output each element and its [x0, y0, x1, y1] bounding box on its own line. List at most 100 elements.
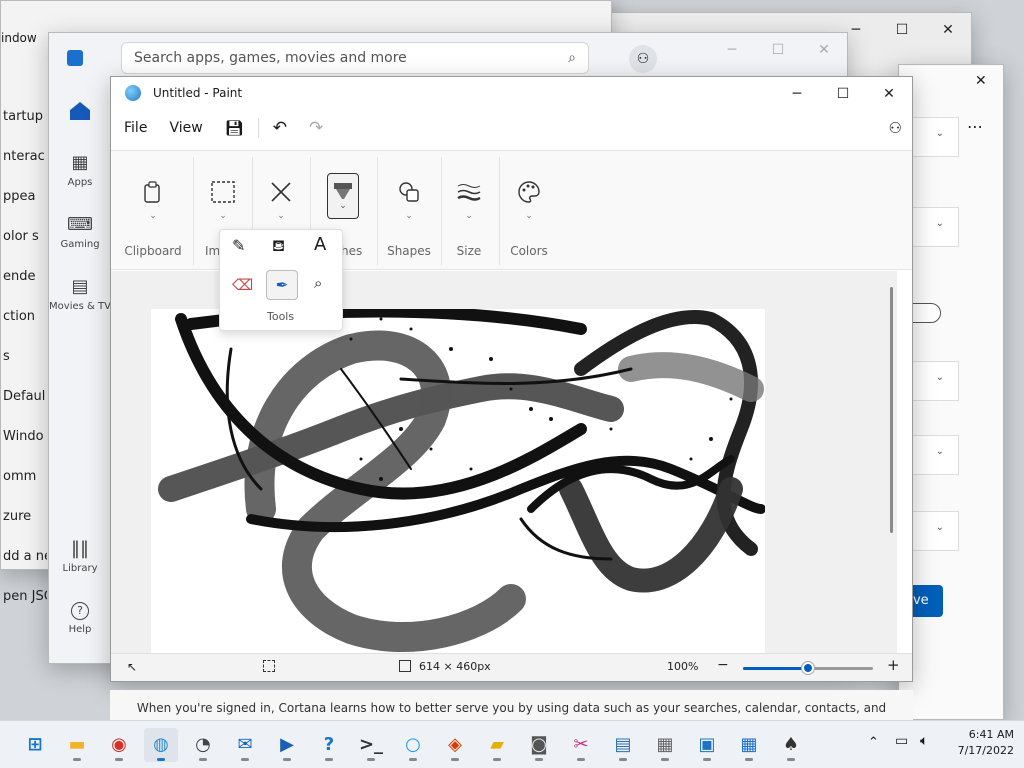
redo-icon[interactable]: ↷ — [309, 118, 323, 138]
nav-movies[interactable]: ▤ Movies & TV — [49, 263, 111, 325]
clock[interactable]: 6:41 AM 7/17/2022 — [946, 727, 1014, 759]
zoom-slider[interactable] — [743, 662, 873, 674]
flyout-label: Tools — [267, 310, 295, 323]
notepad-icon[interactable]: ▤ — [606, 728, 640, 762]
office-icon[interactable]: ◈ — [438, 728, 472, 762]
minimize-icon[interactable]: ─ — [774, 77, 820, 111]
remote-desktop-icon[interactable]: ▣ — [690, 728, 724, 762]
get-help-icon[interactable]: ? — [312, 728, 346, 762]
pointer-icon: ↖ — [127, 660, 138, 674]
close-icon[interactable]: ✕ — [866, 77, 912, 111]
nav-home[interactable] — [49, 83, 111, 139]
maximize-icon[interactable]: ☐ — [879, 13, 925, 47]
close-icon[interactable]: ✕ — [925, 13, 971, 47]
running-indicator — [115, 757, 123, 761]
ribbon-divider — [499, 157, 500, 265]
settings-sidebar-item[interactable]: Defaul — [1, 377, 47, 417]
brushes-button[interactable]: ⌄ — [327, 173, 359, 219]
undo-icon[interactable]: ↶ — [273, 118, 287, 138]
snipping-tool-icon[interactable]: ✂ — [564, 728, 598, 762]
settings-sidebar-item[interactable]: tartup — [1, 97, 47, 137]
settings-sidebar-item[interactable]: dd a ne — [1, 537, 47, 577]
camera-icon[interactable]: ◙ — [522, 728, 556, 762]
running-indicator — [703, 757, 711, 761]
gamepad-icon: ⌨ — [67, 214, 93, 235]
start-icon[interactable]: ⊞ — [18, 728, 52, 762]
color-picker-icon[interactable]: ✒ — [266, 270, 298, 300]
paint-icon[interactable]: ◍ — [144, 727, 178, 762]
clock-icon[interactable]: ◔ — [186, 728, 220, 762]
store-icon[interactable]: ▦ — [732, 728, 766, 762]
library-icon: ‖‖ — [71, 538, 89, 559]
settings-sidebar-item[interactable]: nterac — [1, 137, 47, 177]
chrome-icon[interactable]: ◉ — [102, 728, 136, 762]
settings-sidebar-item[interactable]: zure — [1, 497, 47, 537]
taskbar: ⊞ ▬ ◉ ◍ ◔ ✉ ▶? >_ ○ ◈ ▰ ◙ ✂ ▤ ▦ ▣ ▦ ♠ ⌃ ▭ 🔈︎ 6:41 AM 7/17… — [0, 720, 1024, 768]
zoom-in-icon[interactable]: + — [887, 656, 900, 674]
nav-label: Library — [62, 563, 98, 574]
cortana-icon[interactable]: ○ — [396, 728, 430, 762]
cortana-notice: When you're signed in, Cortana learns ho… — [110, 690, 913, 751]
network-icon[interactable]: ▭ — [895, 733, 908, 749]
minimize-icon[interactable]: ─ — [709, 33, 755, 67]
apps-icon: ▦ — [71, 152, 89, 173]
maximize-icon[interactable]: ☐ — [755, 33, 801, 67]
dialog-caption-buttons: ─ ☐ ✕ — [833, 13, 971, 47]
magnifier-icon[interactable]: ⌕ — [314, 274, 322, 292]
sticky-notes-icon[interactable]: ▰ — [480, 728, 514, 762]
fill-bucket-icon[interactable]: ⛾ — [272, 236, 285, 257]
nav-apps[interactable]: ▦ Apps — [49, 139, 111, 201]
nav-gaming[interactable]: ⌨ Gaming — [49, 201, 111, 263]
zoom-out-icon[interactable]: − — [717, 657, 729, 673]
settings-sidebar-item[interactable]: ende — [1, 257, 47, 297]
menu-view[interactable]: View — [169, 120, 202, 136]
menu-file[interactable]: File — [124, 120, 147, 136]
account-avatar-icon[interactable]: ⚇ — [629, 45, 657, 73]
paint-app-icon — [125, 85, 141, 101]
text-icon[interactable]: A — [314, 234, 326, 255]
pencil-icon[interactable]: ✎ — [232, 236, 245, 255]
clipboard-icon — [144, 181, 160, 203]
file-explorer-icon[interactable]: ▬ — [60, 728, 94, 762]
settings-sidebar-item[interactable]: omm — [1, 457, 47, 497]
settings-sidebar-item[interactable]: ction — [1, 297, 47, 337]
running-indicator — [787, 757, 795, 761]
close-icon[interactable]: ✕ — [801, 33, 847, 67]
nav-help[interactable]: ? Help — [49, 587, 111, 649]
settings-sidebar-item[interactable]: ppea — [1, 177, 47, 217]
close-icon[interactable]: ✕ — [975, 73, 987, 89]
movies-icon[interactable]: ▶ — [270, 728, 304, 762]
vertical-scrollbar[interactable] — [890, 287, 893, 533]
store-search-input[interactable]: Search apps, games, movies and more ⌕ — [121, 42, 589, 74]
settings-sidebar-item[interactable]: s — [1, 337, 47, 377]
more-icon[interactable]: ⋯ — [967, 117, 983, 136]
drawing-canvas[interactable] — [151, 309, 765, 655]
eraser-icon[interactable]: ⌫ — [232, 276, 253, 294]
search-icon[interactable]: ⌕ — [568, 50, 576, 66]
settings-sidebar-item[interactable]: Windo — [1, 417, 47, 457]
zoom-slider-thumb[interactable] — [802, 662, 814, 674]
settings-sidebar-item[interactable]: pen JSO — [1, 577, 47, 617]
settings-sidebar-item[interactable]: olor s — [1, 217, 47, 257]
mail-icon[interactable]: ✉ — [228, 728, 262, 762]
chevron-down-icon: ⌄ — [339, 201, 347, 211]
calculator-icon[interactable]: ▦ — [648, 728, 682, 762]
chevron-up-icon[interactable]: ⌃ — [868, 735, 879, 750]
solitaire-icon[interactable]: ♠ — [774, 728, 808, 762]
settings-window-title: indow — [1, 31, 37, 45]
colors-group[interactable]: ⌄ Colors — [507, 151, 551, 271]
size-group[interactable]: ⌄ Size — [449, 151, 489, 271]
clock-time: 6:41 AM — [968, 728, 1014, 741]
save-icon[interactable]: 💾︎ — [225, 119, 244, 137]
selection-icon — [211, 181, 235, 203]
nav-library[interactable]: ‖‖ Library — [49, 525, 111, 587]
maximize-icon[interactable]: ☐ — [820, 77, 866, 111]
clipboard-group[interactable]: ⌄ Clipboard — [121, 151, 185, 271]
store-caption-buttons: ─ ☐ ✕ — [709, 33, 847, 67]
chevron-down-icon: ⌄ — [277, 211, 285, 221]
terminal-icon[interactable]: >_ — [354, 728, 388, 762]
shapes-group[interactable]: ⌄ Shapes — [387, 151, 431, 271]
share-icon[interactable]: ⚇ — [889, 119, 902, 137]
shapes-icon — [399, 182, 419, 202]
volume-icon[interactable]: 🔈︎ — [920, 733, 928, 749]
